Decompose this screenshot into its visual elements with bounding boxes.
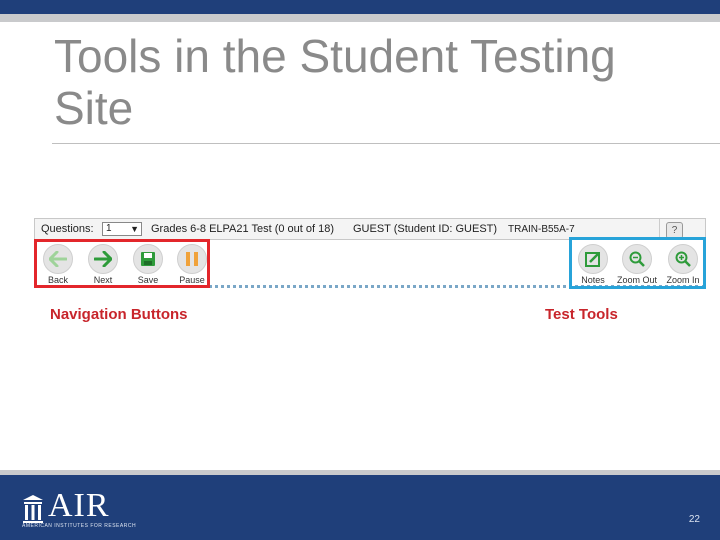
tools-highlight-frame <box>569 237 706 289</box>
title-divider <box>52 143 720 144</box>
tools-caption: Test Tools <box>545 306 618 323</box>
header-stripe <box>0 14 720 22</box>
slide-title: Tools in the Student Testing Site <box>54 30 616 134</box>
logo-subtitle: AMERICAN INSTITUTES FOR RESEARCH <box>22 523 137 529</box>
page-number: 22 <box>688 514 700 525</box>
questions-label: Questions: <box>41 223 94 235</box>
test-title: Grades 6-8 ELPA21 Test (0 out of 18) <box>151 223 335 235</box>
header-bar <box>0 0 720 14</box>
toolbar-divider <box>659 219 660 239</box>
navigation-caption: Navigation Buttons <box>50 306 188 323</box>
question-select-value: 1 <box>106 223 112 234</box>
student-info: GUEST (Student ID: GUEST) <box>353 223 498 235</box>
session-id: TRAIN-B55A-7 <box>508 224 575 235</box>
navigation-highlight-frame <box>34 239 210 288</box>
logo-text: AIR <box>48 487 110 524</box>
question-select[interactable]: 1 ▼ <box>102 222 142 236</box>
dropdown-arrow-icon: ▼ <box>130 224 139 234</box>
